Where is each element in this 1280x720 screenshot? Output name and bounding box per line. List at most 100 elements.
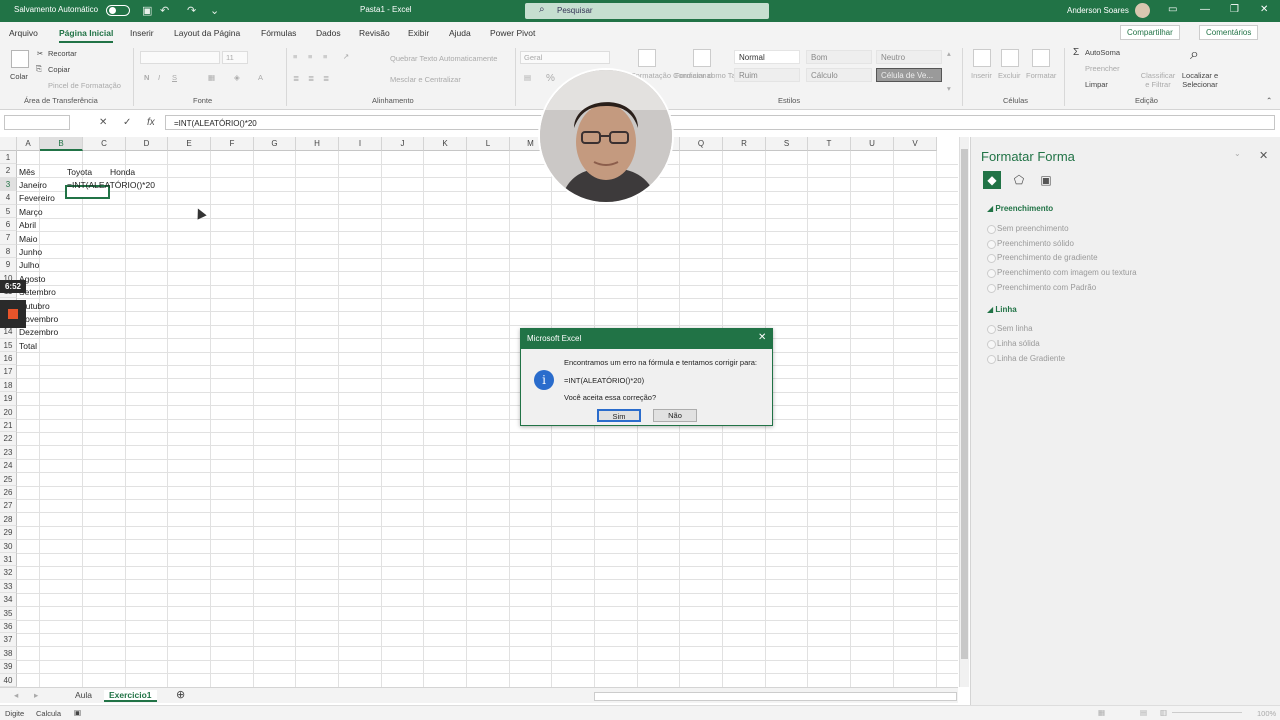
row-header[interactable]: 7 (0, 231, 17, 245)
cell-month[interactable]: Janeiro (19, 180, 47, 190)
row-header[interactable]: 33 (0, 579, 17, 594)
row-header[interactable]: 2 (0, 164, 17, 178)
tab-formulas[interactable]: Fórmulas (261, 28, 296, 38)
column-header[interactable]: B (40, 137, 83, 151)
row-header[interactable]: 26 (0, 486, 17, 500)
avatar[interactable] (1135, 3, 1150, 18)
redo-icon[interactable]: ↷ (187, 4, 196, 17)
line-option[interactable]: Sem linha (987, 324, 1033, 334)
align-bottom-icon[interactable]: ≡ (323, 52, 327, 61)
row-header[interactable]: 20 (0, 405, 17, 419)
fill-button[interactable]: Preencher (1085, 64, 1120, 73)
column-header[interactable]: F (211, 137, 254, 151)
fill-line-icon[interactable]: ◆ (983, 171, 1001, 189)
delete-cells-button[interactable]: Excluir (998, 71, 1021, 80)
merge-center-button[interactable]: Mesclar e Centralizar (390, 75, 461, 84)
yes-button[interactable]: Sim (597, 409, 641, 422)
row-header[interactable]: 9 (0, 258, 17, 272)
row-header[interactable]: 25 (0, 472, 17, 486)
paste-button[interactable]: Colar (10, 72, 28, 81)
styles-scroll-icon[interactable]: ▴ (947, 49, 951, 58)
style-check-cell[interactable]: Célula de Ve... (876, 68, 942, 82)
style-bad[interactable]: Ruim (734, 68, 800, 82)
row-header[interactable]: 36 (0, 620, 17, 634)
restore-icon[interactable]: ❐ (1230, 4, 1239, 15)
tab-arquivo[interactable]: Arquivo (9, 28, 38, 38)
formula-input[interactable]: =INT(ALEATÓRIO()*20 (165, 115, 1275, 130)
fill-option[interactable]: Preenchimento de gradiente (987, 253, 1098, 263)
column-header[interactable]: A (17, 137, 40, 151)
font-family-select[interactable] (140, 51, 220, 64)
size-properties-icon[interactable]: ▣ (1037, 171, 1055, 189)
style-calculation[interactable]: Cálculo (806, 68, 872, 82)
add-sheet-icon[interactable]: ⊕ (176, 688, 185, 701)
effects-icon[interactable]: ⬠ (1010, 171, 1028, 189)
column-header[interactable]: J (382, 137, 424, 151)
share-button[interactable]: Compartilhar (1120, 25, 1180, 40)
font-color-icon[interactable]: A (258, 73, 263, 82)
copy-button[interactable]: Copiar (48, 65, 70, 74)
row-header[interactable]: 39 (0, 660, 17, 674)
view-pagebreak-icon[interactable]: ▥ (1160, 708, 1167, 717)
cell-month[interactable]: Março (19, 207, 43, 217)
row-header[interactable]: 27 (0, 499, 17, 513)
row-header[interactable]: 21 (0, 419, 17, 433)
fill-color-icon[interactable]: ◈ (234, 73, 240, 82)
cell-b3[interactable]: =INT(ALEATÓRIO()*20 (67, 180, 155, 190)
stop-recording-button[interactable] (0, 300, 26, 328)
dialog-close-icon[interactable]: ✕ (758, 332, 766, 343)
row-header[interactable]: 3 (0, 177, 17, 192)
cancel-icon[interactable]: ✕ (99, 117, 107, 128)
tab-dados[interactable]: Dados (316, 28, 341, 38)
column-header[interactable]: V (894, 137, 937, 151)
row-header[interactable]: 24 (0, 459, 17, 473)
autosum-button[interactable]: AutoSoma (1085, 48, 1120, 57)
zoom-slider[interactable] (1172, 712, 1242, 713)
cell-b2[interactable]: Toyota (67, 167, 92, 177)
minimize-icon[interactable]: — (1200, 4, 1210, 15)
name-box[interactable] (4, 115, 70, 130)
collapse-ribbon-icon[interactable]: ⌃ (1266, 96, 1272, 105)
cell-month[interactable]: Total (19, 341, 37, 351)
insert-function-icon[interactable]: fx (147, 117, 155, 128)
autosave-toggle[interactable] (106, 5, 130, 16)
row-header[interactable]: 28 (0, 512, 17, 527)
row-header[interactable]: 17 (0, 365, 17, 379)
scroll-thumb[interactable] (961, 149, 968, 659)
row-header[interactable]: 1 (0, 151, 17, 165)
insert-cells-icon[interactable] (973, 49, 991, 67)
cut-button[interactable]: Recortar (48, 49, 77, 58)
row-header[interactable]: 23 (0, 445, 17, 460)
no-button[interactable]: Não (653, 409, 697, 422)
row-header[interactable]: 40 (0, 673, 17, 687)
align-top-icon[interactable]: ≡ (293, 52, 297, 61)
tab-pagina-inicial[interactable]: Página Inicial (59, 28, 114, 43)
view-normal-icon[interactable]: ▦ (1098, 708, 1105, 717)
tab-inserir[interactable]: Inserir (130, 28, 154, 38)
format-cells-icon[interactable] (1032, 49, 1050, 67)
row-header[interactable]: 5 (0, 204, 17, 218)
cell-month[interactable]: Fevereiro (19, 193, 55, 203)
style-neutral[interactable]: Neutro (876, 50, 942, 64)
ribbon-display-icon[interactable]: ▭ (1168, 4, 1177, 15)
fill-option[interactable]: Sem preenchimento (987, 224, 1069, 234)
style-normal[interactable]: Normal (734, 50, 800, 64)
column-header[interactable]: D (126, 137, 168, 151)
sort-filter-button[interactable]: Classificar e Filtrar (1140, 71, 1176, 89)
column-header[interactable]: E (168, 137, 211, 151)
cut-icon[interactable]: ✂ (37, 49, 43, 58)
row-header[interactable]: 32 (0, 566, 17, 580)
find-select-button[interactable]: Localizar e Selecionar (1178, 71, 1222, 89)
enter-icon[interactable]: ✓ (123, 117, 131, 128)
row-header[interactable]: 22 (0, 432, 17, 446)
row-header[interactable]: 4 (0, 191, 17, 205)
tab-layout[interactable]: Layout da Página (174, 28, 240, 38)
format-table-icon[interactable] (693, 49, 711, 67)
column-header[interactable]: Q (680, 137, 723, 151)
row-header[interactable]: 31 (0, 553, 17, 567)
styles-more-icon[interactable]: ▾ (947, 84, 951, 93)
tab-ajuda[interactable]: Ajuda (449, 28, 471, 38)
row-header[interactable]: 6 (0, 218, 17, 232)
delete-cells-icon[interactable] (1001, 49, 1019, 67)
align-center-icon[interactable]: ≣ (308, 74, 314, 83)
